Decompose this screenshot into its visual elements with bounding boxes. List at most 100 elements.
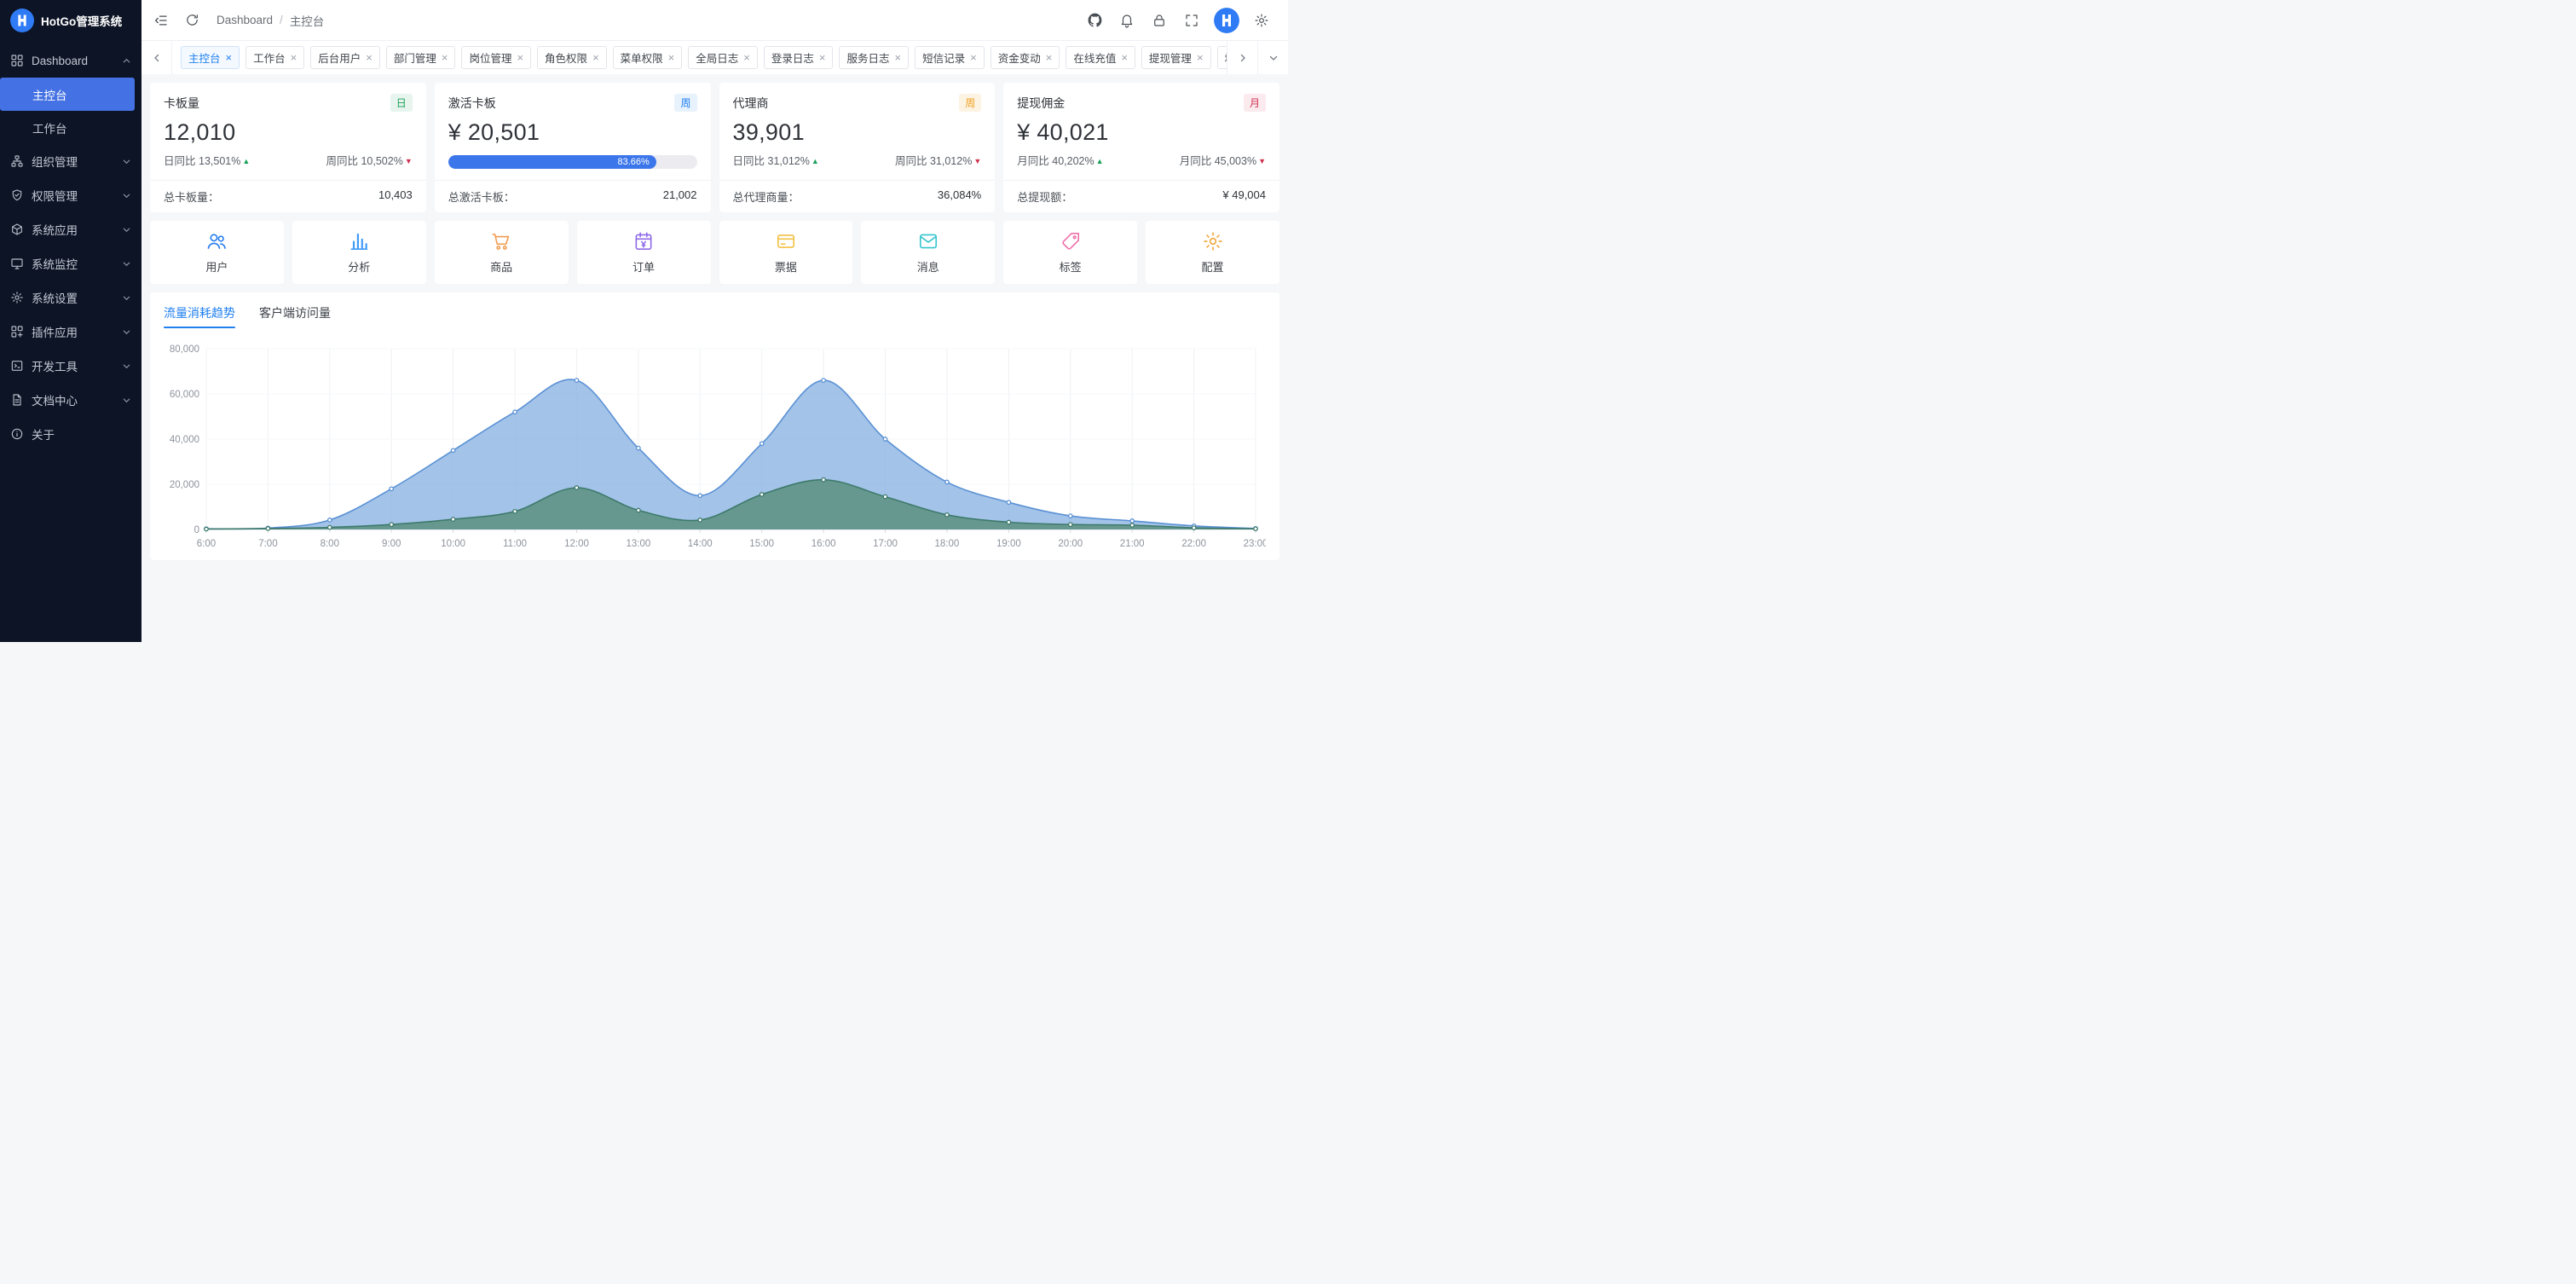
tab-item[interactable]: 资金变动 bbox=[991, 46, 1060, 69]
shortcut-label: 配置 bbox=[1202, 258, 1224, 275]
shortcut-analytics[interactable]: 分析 bbox=[292, 221, 426, 284]
shortcut-label: 票据 bbox=[775, 258, 797, 275]
svg-text:11:00: 11:00 bbox=[503, 539, 527, 549]
tab-close-icon[interactable] bbox=[1197, 52, 1204, 63]
tab-item[interactable]: 岗位管理 bbox=[461, 46, 531, 69]
tab-item[interactable]: 提现管理 bbox=[1141, 46, 1211, 69]
tab-close-icon[interactable] bbox=[226, 52, 233, 63]
shortcut-orders[interactable]: 订单 bbox=[577, 221, 711, 284]
github-icon[interactable] bbox=[1080, 6, 1109, 35]
card-title: 提现佣金 bbox=[1017, 95, 1065, 112]
tab-item[interactable]: 部门管理 bbox=[386, 46, 456, 69]
chart-tab-client-visits[interactable]: 客户端访问量 bbox=[259, 304, 331, 328]
tab-close-icon[interactable] bbox=[1046, 52, 1053, 63]
tab-close-icon[interactable] bbox=[668, 52, 675, 63]
tab-item[interactable]: 工作台 bbox=[245, 46, 304, 69]
user-avatar[interactable] bbox=[1214, 8, 1239, 33]
tabs-scroll-left-icon[interactable] bbox=[142, 41, 172, 74]
invoice-icon bbox=[775, 230, 797, 252]
trend-down-icon bbox=[973, 157, 981, 165]
tab-item[interactable]: 主控台 bbox=[181, 46, 240, 69]
chart-tabs: 流量消耗趋势 客户端访问量 bbox=[164, 304, 1266, 328]
svg-text:19:00: 19:00 bbox=[996, 539, 1021, 549]
org-tree-icon bbox=[10, 154, 24, 168]
trend-up-icon bbox=[1096, 157, 1104, 165]
svg-text:14:00: 14:00 bbox=[688, 539, 713, 549]
shortcut-products[interactable]: 商品 bbox=[435, 221, 569, 284]
lock-icon[interactable] bbox=[1145, 6, 1174, 35]
footer-label: 总代理商量： bbox=[733, 188, 800, 205]
progress-fill: 83.66% bbox=[448, 155, 656, 169]
tabs-scroll-right-icon[interactable] bbox=[1227, 41, 1257, 74]
order-icon bbox=[632, 230, 655, 252]
tab-item[interactable]: 后台用户 bbox=[310, 46, 380, 69]
period-badge: 周 bbox=[959, 94, 981, 112]
tab-close-icon[interactable] bbox=[442, 52, 448, 63]
sidebar-item-permissions[interactable]: 权限管理 bbox=[0, 178, 142, 212]
refresh-icon[interactable] bbox=[177, 6, 206, 35]
shortcut-messages[interactable]: 消息 bbox=[861, 221, 995, 284]
page-content: 卡板量 日 12,010 日同比 13,501% 周同比 10,502% 总卡板… bbox=[142, 74, 1288, 642]
sidebar-menu: Dashboard 主控台 工作台 组织管理 权限管理 系统应用 系统监控 bbox=[0, 40, 142, 642]
sidebar-item-plugins[interactable]: 插件应用 bbox=[0, 315, 142, 349]
tab-item[interactable]: 在线充值 bbox=[1066, 46, 1135, 69]
trend-down-icon bbox=[405, 157, 413, 165]
card-value: ¥ 40,021 bbox=[1003, 112, 1279, 152]
shortcut-users[interactable]: 用户 bbox=[150, 221, 284, 284]
tab-item[interactable]: 登录日志 bbox=[764, 46, 834, 69]
tab-close-icon[interactable] bbox=[592, 52, 599, 63]
tab-close-icon[interactable] bbox=[743, 52, 750, 63]
tab-item[interactable]: 服务日志 bbox=[839, 46, 909, 69]
progress-bar: 83.66% bbox=[448, 155, 697, 169]
tab-close-icon[interactable] bbox=[819, 52, 826, 63]
traffic-trend-area-chart: 020,00040,00060,00080,0006:007:008:009:0… bbox=[164, 337, 1266, 552]
app-logo[interactable]: HotGo管理系统 bbox=[0, 0, 142, 40]
footer-label: 总卡板量： bbox=[164, 188, 219, 205]
chevron-down-icon bbox=[122, 225, 131, 234]
tab-close-icon[interactable] bbox=[291, 52, 297, 63]
tab-close-icon[interactable] bbox=[1121, 52, 1128, 63]
tab-item[interactable]: 地区编码 bbox=[1217, 46, 1227, 69]
svg-text:20,000: 20,000 bbox=[170, 480, 199, 490]
tab-item[interactable]: 菜单权限 bbox=[613, 46, 683, 69]
tabs-menu-icon[interactable] bbox=[1257, 41, 1288, 74]
bell-icon[interactable] bbox=[1112, 6, 1141, 35]
shortcut-row: 用户 分析 商品 订单 票据 消息 bbox=[150, 221, 1279, 284]
sidebar-item-about[interactable]: 关于 bbox=[0, 417, 142, 451]
tab-close-icon[interactable] bbox=[366, 52, 373, 63]
card-value: 39,901 bbox=[719, 112, 996, 152]
settings-gear-icon[interactable] bbox=[1247, 6, 1276, 35]
sidebar-item-docs[interactable]: 文档中心 bbox=[0, 383, 142, 417]
shortcut-label: 分析 bbox=[348, 258, 370, 275]
monitor-icon bbox=[10, 257, 24, 270]
tab-item[interactable]: 角色权限 bbox=[537, 46, 607, 69]
tab-close-icon[interactable] bbox=[517, 52, 523, 63]
chevron-down-icon bbox=[122, 361, 131, 371]
svg-text:22:00: 22:00 bbox=[1181, 539, 1206, 549]
shortcut-tags[interactable]: 标签 bbox=[1003, 221, 1137, 284]
tab-close-icon[interactable] bbox=[895, 52, 902, 63]
trend-up-icon bbox=[242, 157, 250, 165]
sidebar-item-monitoring[interactable]: 系统监控 bbox=[0, 246, 142, 281]
sidebar-item-dashboard[interactable]: Dashboard bbox=[0, 43, 142, 78]
tab-item[interactable]: 短信记录 bbox=[915, 46, 985, 69]
dashboard-icon bbox=[10, 54, 24, 67]
tab-item[interactable]: 全局日志 bbox=[688, 46, 758, 69]
breadcrumb-root[interactable]: Dashboard bbox=[217, 14, 273, 26]
footer-value: 36,084% bbox=[938, 188, 981, 205]
sidebar-item-system-apps[interactable]: 系统应用 bbox=[0, 212, 142, 246]
sidebar-item-organization[interactable]: 组织管理 bbox=[0, 144, 142, 178]
collapse-sidebar-icon[interactable] bbox=[147, 6, 176, 35]
sidebar-item-console[interactable]: 主控台 bbox=[0, 78, 135, 111]
shortcut-label: 商品 bbox=[490, 258, 512, 275]
compare-right-label: 周同比 bbox=[895, 155, 927, 167]
fullscreen-icon[interactable] bbox=[1177, 6, 1206, 35]
sidebar-item-workbench[interactable]: 工作台 bbox=[0, 111, 142, 144]
sidebar-item-settings[interactable]: 系统设置 bbox=[0, 281, 142, 315]
tab-close-icon[interactable] bbox=[970, 52, 977, 63]
chart-tab-traffic-trend[interactable]: 流量消耗趋势 bbox=[164, 304, 235, 328]
terminal-icon bbox=[10, 359, 24, 373]
shortcut-invoices[interactable]: 票据 bbox=[719, 221, 853, 284]
shortcut-config[interactable]: 配置 bbox=[1146, 221, 1279, 284]
sidebar-item-dev-tools[interactable]: 开发工具 bbox=[0, 349, 142, 383]
